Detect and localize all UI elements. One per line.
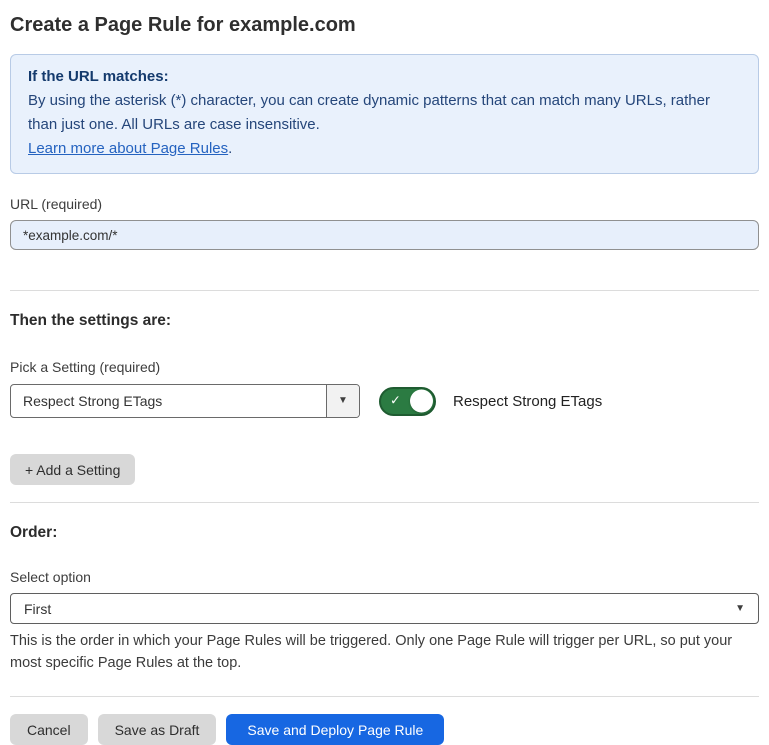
info-box-heading: If the URL matches: [28,65,741,89]
divider [10,502,759,503]
toggle-knob [410,390,433,413]
setting-toggle-group: ✓ Respect Strong ETags [379,387,602,416]
cancel-button[interactable]: Cancel [10,714,88,745]
order-section-heading: Order: [10,523,759,543]
chevron-down-icon: ▼ [735,604,745,614]
setting-select-value: Respect Strong ETags [11,385,326,417]
info-box-link-line: Learn more about Page Rules. [28,137,741,161]
page-title: Create a Page Rule for example.com [10,12,759,38]
link-period: . [228,140,232,157]
setting-row: Respect Strong ETags ▼ ✓ Respect Strong … [10,384,759,418]
save-as-draft-button[interactable]: Save as Draft [98,714,217,745]
url-input[interactable] [10,220,759,250]
settings-section-heading: Then the settings are: [10,311,759,331]
footer-actions: Cancel Save as Draft Save and Deploy Pag… [10,714,759,745]
order-select-label: Select option [10,568,759,586]
add-setting-button[interactable]: + Add a Setting [10,454,135,485]
setting-select[interactable]: Respect Strong ETags ▼ [10,384,360,418]
learn-more-link[interactable]: Learn more about Page Rules [28,140,228,157]
url-field-label: URL (required) [10,195,759,213]
page-rule-form: Create a Page Rule for example.com If th… [0,0,769,745]
chevron-down-icon: ▼ [338,396,348,406]
divider [10,696,759,697]
url-match-info-box: If the URL matches: By using the asteris… [10,54,759,174]
setting-toggle-label: Respect Strong ETags [453,393,602,410]
setting-select-arrow-box[interactable]: ▼ [326,385,359,417]
divider [10,290,759,291]
save-and-deploy-button[interactable]: Save and Deploy Page Rule [226,714,444,745]
setting-toggle[interactable]: ✓ [379,387,436,416]
pick-setting-label: Pick a Setting (required) [10,358,759,376]
order-select-value: First [24,601,51,617]
order-help-text: This is the order in which your Page Rul… [10,630,759,674]
order-select[interactable]: First ▼ [10,593,759,624]
check-icon: ✓ [390,393,401,409]
info-box-body: By using the asterisk (*) character, you… [28,89,741,137]
